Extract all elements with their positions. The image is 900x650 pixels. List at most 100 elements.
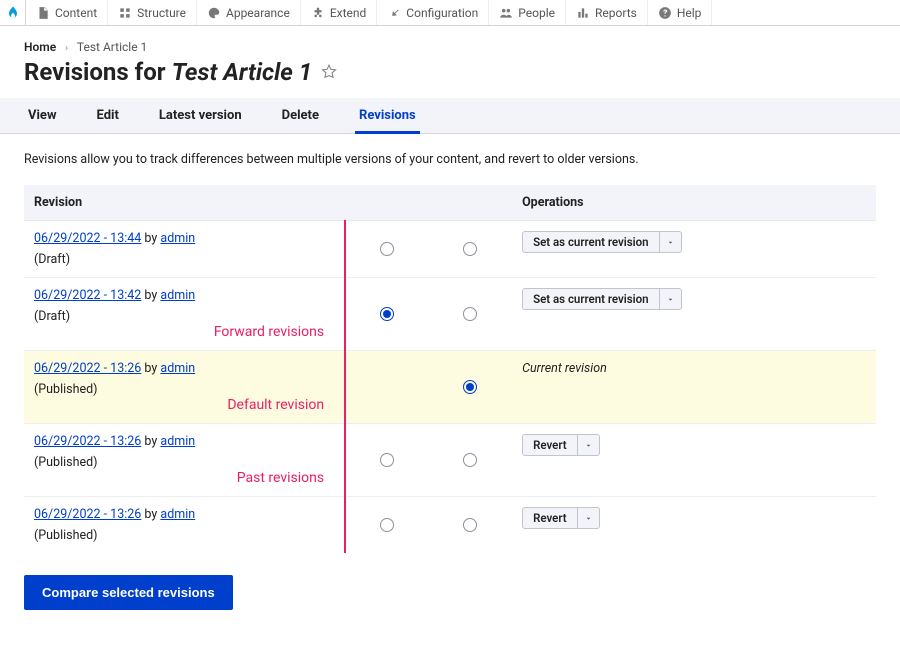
operations-cell: Set as current revision [512, 278, 876, 351]
operations-cell: Current revision [512, 351, 876, 424]
set-current-dropbutton[interactable]: Set as current revision [522, 288, 682, 310]
radio-cell-b [429, 497, 512, 554]
revision-cell: 06/29/2022 - 13:44 by admin (Draft) [24, 221, 345, 278]
toolbar-item-structure[interactable]: Structure [108, 0, 197, 25]
chevron-right-icon: › [65, 43, 68, 54]
title-prefix: Revisions for [24, 58, 172, 86]
radio-cell-b [429, 424, 512, 497]
revision-cell: 06/29/2022 - 13:26 by admin (Published)De… [24, 351, 345, 424]
table-row: 06/29/2022 - 13:26 by admin (Published)De… [24, 351, 876, 424]
toolbar-label: Configuration [406, 6, 478, 20]
star-outline-icon[interactable] [320, 63, 338, 81]
revision-date-link[interactable]: 06/29/2022 - 13:42 [34, 288, 141, 303]
toolbar-item-extend[interactable]: Extend [301, 0, 377, 25]
col-header-revision: Revision [24, 185, 345, 221]
chevron-down-icon[interactable] [577, 508, 599, 528]
revision-status: (Draft) [34, 309, 334, 324]
annotation-label: Default revision [34, 397, 334, 413]
radio-cell-a [345, 424, 428, 497]
radio-cell-b [429, 278, 512, 351]
compare-radio-b[interactable] [463, 307, 477, 321]
revision-author-link[interactable]: admin [160, 231, 195, 246]
revision-status: (Published) [34, 382, 334, 397]
dropbutton-label[interactable]: Set as current revision [523, 289, 659, 309]
radio-cell-b [429, 221, 512, 278]
revision-author-link[interactable]: admin [160, 434, 195, 449]
annotation-label: Forward revisions [34, 324, 334, 340]
annotation-label: Past revisions [34, 470, 334, 486]
revision-author-link[interactable]: admin [160, 507, 195, 522]
content-region: Revisions allow you to track differences… [0, 134, 900, 650]
chevron-down-icon[interactable] [659, 289, 681, 309]
table-row: 06/29/2022 - 13:26 by admin (Published) Re… [24, 497, 876, 554]
compare-button[interactable]: Compare selected revisions [24, 575, 233, 610]
operations-cell: Revert [512, 497, 876, 554]
revert-dropbutton[interactable]: Revert [522, 507, 600, 529]
revision-date-link[interactable]: 06/29/2022 - 13:44 [34, 231, 141, 246]
toolbar-item-help[interactable]: Help [648, 0, 713, 25]
compare-radio-b[interactable] [463, 380, 477, 394]
revision-cell: 06/29/2022 - 13:26 by admin (Published)Pa… [24, 424, 345, 497]
dropbutton-label[interactable]: Revert [523, 508, 577, 528]
revision-cell: 06/29/2022 - 13:42 by admin(Draft)Forwar… [24, 278, 345, 351]
local-tasks: View Edit Latest version Delete Revision… [0, 98, 900, 134]
toolbar-label: Extend [330, 6, 366, 20]
tab-revisions[interactable]: Revisions [355, 98, 420, 133]
chevron-down-icon[interactable] [577, 435, 599, 455]
drupal-logo-icon[interactable] [0, 0, 26, 25]
toolbar-label: Structure [137, 6, 186, 20]
toolbar-item-configuration[interactable]: Configuration [377, 0, 489, 25]
revision-status: (Published) [34, 528, 334, 543]
toolbar-item-content[interactable]: Content [26, 0, 108, 25]
admin-toolbar: Content Structure Appearance Extend Conf… [0, 0, 900, 26]
revisions-table: Revision Operations 06/29/2022 - 13:44 b… [24, 185, 876, 553]
title-subject: Test Article 1 [172, 58, 313, 86]
by-label: by [141, 434, 160, 449]
col-header-radio-a [345, 185, 428, 221]
by-label: by [141, 507, 160, 522]
toolbar-label: Reports [595, 6, 637, 20]
revision-cell: 06/29/2022 - 13:26 by admin (Published) [24, 497, 345, 554]
revision-date-link[interactable]: 06/29/2022 - 13:26 [34, 507, 141, 522]
col-header-operations: Operations [512, 185, 876, 221]
dropbutton-label[interactable]: Revert [523, 435, 577, 455]
compare-radio-a[interactable] [380, 453, 394, 467]
revision-author-link[interactable]: admin [160, 361, 195, 376]
revision-date-link[interactable]: 06/29/2022 - 13:26 [34, 361, 141, 376]
breadcrumb: Home › Test Article 1 [0, 26, 900, 54]
compare-radio-b[interactable] [463, 453, 477, 467]
tab-edit[interactable]: Edit [93, 98, 123, 133]
compare-radio-b[interactable] [463, 242, 477, 256]
compare-radio-a[interactable] [380, 518, 394, 532]
breadcrumb-home[interactable]: Home [24, 40, 56, 54]
toolbar-label: Appearance [226, 6, 290, 20]
revision-status: (Draft) [34, 252, 334, 267]
by-label: by [141, 361, 160, 376]
tab-latest-version[interactable]: Latest version [155, 98, 246, 133]
chevron-down-icon[interactable] [659, 232, 681, 252]
revision-date-link[interactable]: 06/29/2022 - 13:26 [34, 434, 141, 449]
current-revision-label: Current revision [522, 361, 607, 376]
dropbutton-label[interactable]: Set as current revision [523, 232, 659, 252]
toolbar-item-people[interactable]: People [489, 0, 566, 25]
breadcrumb-current: Test Article 1 [77, 40, 147, 54]
compare-radio-a[interactable] [380, 242, 394, 256]
page-title: Revisions for Test Article 1 [0, 54, 900, 98]
revision-author-link[interactable]: admin [160, 288, 195, 303]
set-current-dropbutton[interactable]: Set as current revision [522, 231, 682, 253]
radio-cell-a [345, 351, 428, 424]
toolbar-label: Help [677, 6, 702, 20]
toolbar-item-reports[interactable]: Reports [566, 0, 648, 25]
tab-delete[interactable]: Delete [278, 98, 323, 133]
by-label: by [141, 231, 160, 246]
tab-view[interactable]: View [24, 98, 61, 133]
compare-radio-b[interactable] [463, 518, 477, 532]
revert-dropbutton[interactable]: Revert [522, 434, 600, 456]
radio-cell-a [345, 497, 428, 554]
col-header-radio-b [429, 185, 512, 221]
revision-status: (Published) [34, 455, 334, 470]
compare-radio-a[interactable] [380, 307, 394, 321]
table-row: 06/29/2022 - 13:44 by admin (Draft) Set as… [24, 221, 876, 278]
table-row: 06/29/2022 - 13:42 by admin(Draft)Forwar… [24, 278, 876, 351]
toolbar-item-appearance[interactable]: Appearance [197, 0, 301, 25]
